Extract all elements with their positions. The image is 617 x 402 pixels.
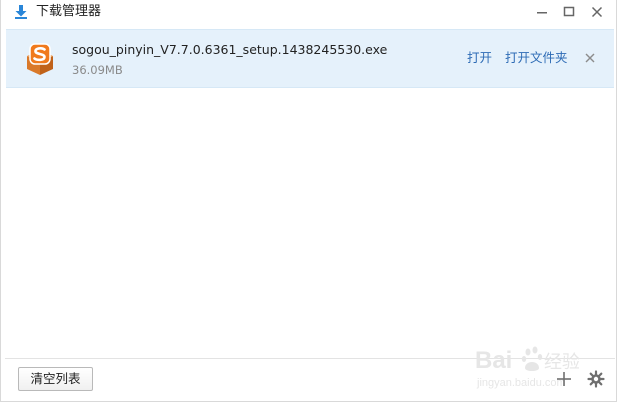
download-manager-window: 下载管理器 sogou_pinyin_V7.7.0.6361_setup.143… — [0, 0, 617, 402]
download-item[interactable]: sogou_pinyin_V7.7.0.6361_setup.143824553… — [6, 29, 614, 88]
svg-text:经验: 经验 — [544, 352, 580, 372]
minimize-icon[interactable] — [532, 2, 552, 22]
download-list: sogou_pinyin_V7.7.0.6361_setup.143824553… — [5, 28, 615, 358]
clear-list-button[interactable]: 清空列表 — [18, 367, 93, 391]
window-title: 下载管理器 — [36, 4, 102, 19]
svg-text:Bai: Bai — [475, 347, 512, 374]
open-file-link[interactable]: 打开 — [467, 49, 492, 67]
file-size: 36.09MB — [72, 63, 123, 77]
remove-item-icon[interactable] — [583, 51, 597, 65]
settings-gear-icon[interactable] — [587, 370, 605, 388]
download-icon — [15, 5, 27, 19]
file-name: sogou_pinyin_V7.7.0.6361_setup.143824553… — [72, 42, 388, 57]
title-bar: 下载管理器 — [1, 0, 616, 24]
sogou-pinyin-app-icon — [27, 43, 53, 75]
maximize-icon[interactable] — [559, 2, 579, 22]
svg-text:jingyan.baidu.com: jingyan.baidu.com — [476, 377, 566, 389]
add-icon[interactable] — [555, 370, 573, 388]
baidu-jingyan-watermark: Bai 经验 jingyan.baidu.com — [475, 346, 580, 389]
open-folder-link[interactable]: 打开文件夹 — [505, 49, 568, 67]
close-icon[interactable] — [587, 2, 607, 22]
